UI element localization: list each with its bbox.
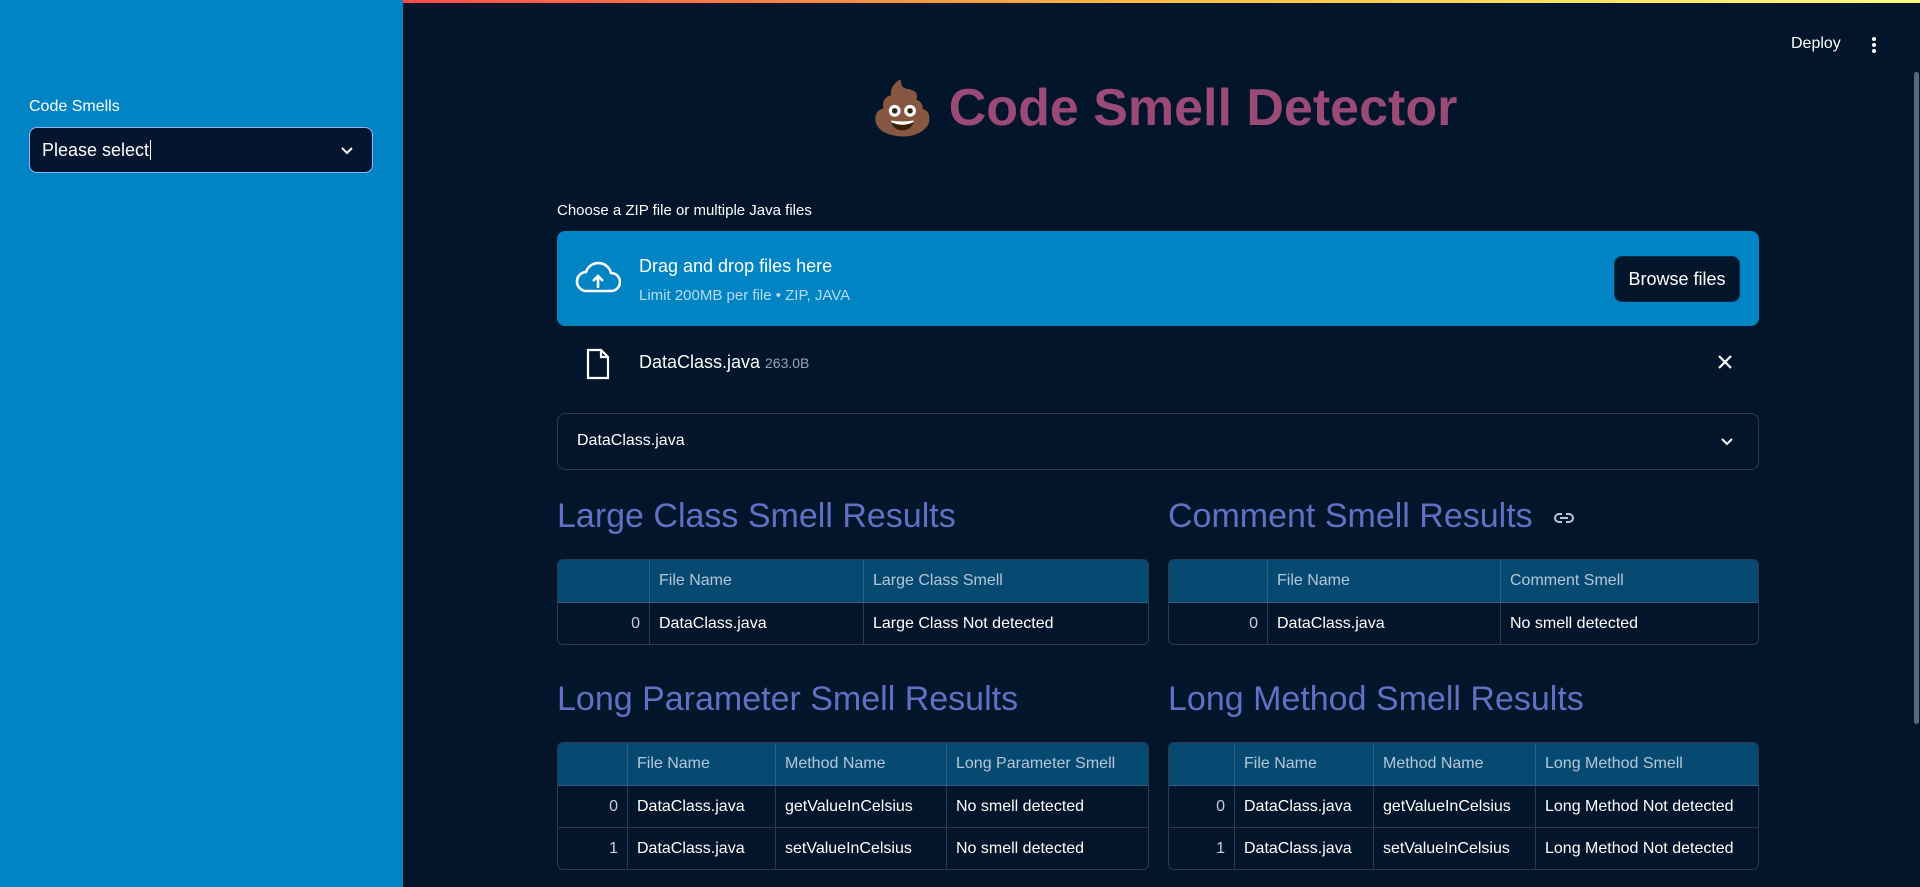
file-icon [586,348,610,380]
column-header[interactable]: File Name [1268,560,1501,603]
row-index[interactable]: 0 [1169,786,1235,828]
table-header-row: File Name Large Class Smell [558,560,1148,603]
table-cell[interactable]: No smell detected [1501,603,1758,644]
table-row: 0 DataClass.java getValueInCelsius Long … [1169,786,1758,828]
table-header-row: File Name Method Name Long Parameter Sme… [558,743,1148,786]
comment-table[interactable]: File Name Comment Smell 0 DataClass.java… [1168,559,1759,645]
code-smells-select[interactable]: Please select [29,127,373,173]
table-cell[interactable]: Long Method Not detected [1536,828,1758,869]
uploaded-file-size: 263.0B [765,355,810,371]
table-cell[interactable]: DataClass.java [1268,603,1501,644]
long-parameter-title: Long Parameter Smell Results [557,680,1019,718]
link-icon[interactable] [1552,510,1576,526]
code-smells-label: Code Smells [29,98,120,115]
page-title-text: Code Smell Detector [948,79,1458,137]
row-index[interactable]: 1 [1169,828,1235,869]
long-method-title: Long Method Smell Results [1168,680,1584,718]
table-header-row: File Name Comment Smell [1169,560,1758,603]
large-class-table[interactable]: File Name Large Class Smell 0 DataClass.… [557,559,1149,645]
long-method-table[interactable]: File Name Method Name Long Method Smell … [1168,742,1759,870]
table-row: 1 DataClass.java setValueInCelsius Long … [1169,828,1758,869]
table-cell[interactable]: Long Method Not detected [1536,786,1758,828]
chevron-down-icon [341,147,353,155]
page-title: 💩 Code Smell Detector [870,76,1457,140]
close-icon[interactable] [1717,354,1733,370]
row-index[interactable]: 1 [558,828,628,869]
dropzone-subtitle: Limit 200MB per file • ZIP, JAVA [639,287,851,304]
table-cell[interactable]: getValueInCelsius [776,786,947,828]
deploy-button[interactable]: Deploy [1791,35,1841,53]
kebab-menu-icon[interactable] [1868,36,1880,54]
column-header[interactable]: Comment Smell [1501,560,1758,603]
table-cell[interactable]: No smell detected [947,786,1148,828]
table-row: 0 DataClass.java Large Class Not detecte… [558,603,1148,644]
table-cell[interactable]: setValueInCelsius [1374,828,1536,869]
table-cell[interactable]: No smell detected [947,828,1148,869]
text-cursor [150,140,152,160]
uploader-label: Choose a ZIP file or multiple Java files [557,202,812,219]
file-expander[interactable]: DataClass.java [557,413,1759,470]
chevron-down-icon [1721,438,1733,446]
table-row: 1 DataClass.java setValueInCelsius No sm… [558,828,1148,869]
dropzone-title: Drag and drop files here [639,256,833,276]
code-smells-select-value: Please select [42,139,150,160]
column-header[interactable]: File Name [628,743,776,786]
uploaded-file-row: DataClass.java 263.0B [557,340,1759,390]
page-scrollbar[interactable] [1914,72,1919,724]
column-header[interactable]: Large Class Smell [864,560,1148,603]
column-header[interactable] [1169,560,1268,603]
table-row: 0 DataClass.java getValueInCelsius No sm… [558,786,1148,828]
row-index[interactable]: 0 [558,603,650,644]
column-header[interactable]: Long Parameter Smell [947,743,1148,786]
comment-title: Comment Smell Results [1168,497,1576,536]
browse-files-button[interactable]: Browse files [1614,256,1740,302]
table-cell[interactable]: DataClass.java [650,603,864,644]
row-index[interactable]: 0 [558,786,628,828]
top-decoration-bar [403,0,1920,3]
table-cell[interactable]: getValueInCelsius [1374,786,1536,828]
large-class-title: Large Class Smell Results [557,497,956,535]
table-cell[interactable]: Large Class Not detected [864,603,1148,644]
file-expander-label: DataClass.java [577,432,685,449]
uploaded-file-name: DataClass.java [639,352,761,372]
table-cell[interactable]: setValueInCelsius [776,828,947,869]
comment-title-text: Comment Smell Results [1168,497,1533,535]
cloud-upload-icon [575,261,621,293]
column-header[interactable]: File Name [1235,743,1374,786]
table-header-row: File Name Method Name Long Method Smell [1169,743,1758,786]
column-header[interactable]: Long Method Smell [1536,743,1758,786]
table-cell[interactable]: DataClass.java [628,786,776,828]
column-header[interactable]: File Name [650,560,864,603]
sidebar: Code Smells Please select [0,0,403,887]
table-cell[interactable]: DataClass.java [1235,828,1374,869]
file-dropzone[interactable]: Drag and drop files here Limit 200MB per… [557,231,1759,326]
table-cell[interactable]: DataClass.java [1235,786,1374,828]
table-cell[interactable]: DataClass.java [628,828,776,869]
column-header[interactable]: Method Name [776,743,947,786]
poop-emoji-icon: 💩 [870,79,935,138]
long-parameter-table[interactable]: File Name Method Name Long Parameter Sme… [557,742,1149,870]
column-header[interactable] [1169,743,1235,786]
row-index[interactable]: 0 [1169,603,1268,644]
column-header[interactable] [558,560,650,603]
column-header[interactable] [558,743,628,786]
column-header[interactable]: Method Name [1374,743,1536,786]
table-row: 0 DataClass.java No smell detected [1169,603,1758,644]
